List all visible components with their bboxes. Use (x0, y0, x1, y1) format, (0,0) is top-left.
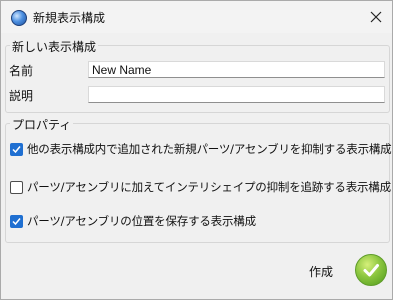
description-input[interactable] (88, 86, 385, 103)
checkbox-checked[interactable] (10, 214, 23, 228)
checkmark-icon (12, 145, 21, 153)
checkmark-icon (12, 217, 21, 225)
name-label: 名前 (9, 64, 34, 78)
create-button[interactable] (355, 254, 387, 286)
close-icon (370, 11, 382, 23)
window-title: 新規表示構成 (33, 11, 106, 25)
close-button[interactable] (360, 1, 392, 33)
checkbox-unchecked[interactable] (10, 180, 23, 194)
properties-group-label: プロパティ (10, 116, 74, 133)
option-label: 他の表示構成内で追加された新規パーツ/アセンブリを抑制する表示構成 (27, 142, 392, 156)
checkbox-checked[interactable] (10, 142, 23, 156)
dialog-window: 新規表示構成 新しい表示構成 名前 説明 プロパティ 他の表示構成内で追加された… (0, 0, 393, 300)
option-label: パーツ/アセンブリの位置を保存する表示構成 (27, 214, 256, 228)
title-bar: 新規表示構成 (1, 1, 392, 33)
checkmark-icon (363, 264, 379, 277)
option-label: パーツ/アセンブリに加えてインテリシェイプの抑制を追跡する表示構成 (27, 180, 391, 194)
description-label: 説明 (9, 89, 34, 103)
create-label: 作成 (309, 265, 334, 279)
option-track-intellishape[interactable]: パーツ/アセンブリに加えてインテリシェイプの抑制を追跡する表示構成 (10, 179, 391, 195)
option-save-positions[interactable]: パーツ/アセンブリの位置を保存する表示構成 (10, 213, 256, 229)
option-suppress-new-parts[interactable]: 他の表示構成内で追加された新規パーツ/アセンブリを抑制する表示構成 (10, 141, 392, 157)
name-input[interactable] (88, 61, 385, 78)
sphere-icon (11, 10, 27, 26)
new-config-group-label: 新しい表示構成 (10, 38, 99, 55)
